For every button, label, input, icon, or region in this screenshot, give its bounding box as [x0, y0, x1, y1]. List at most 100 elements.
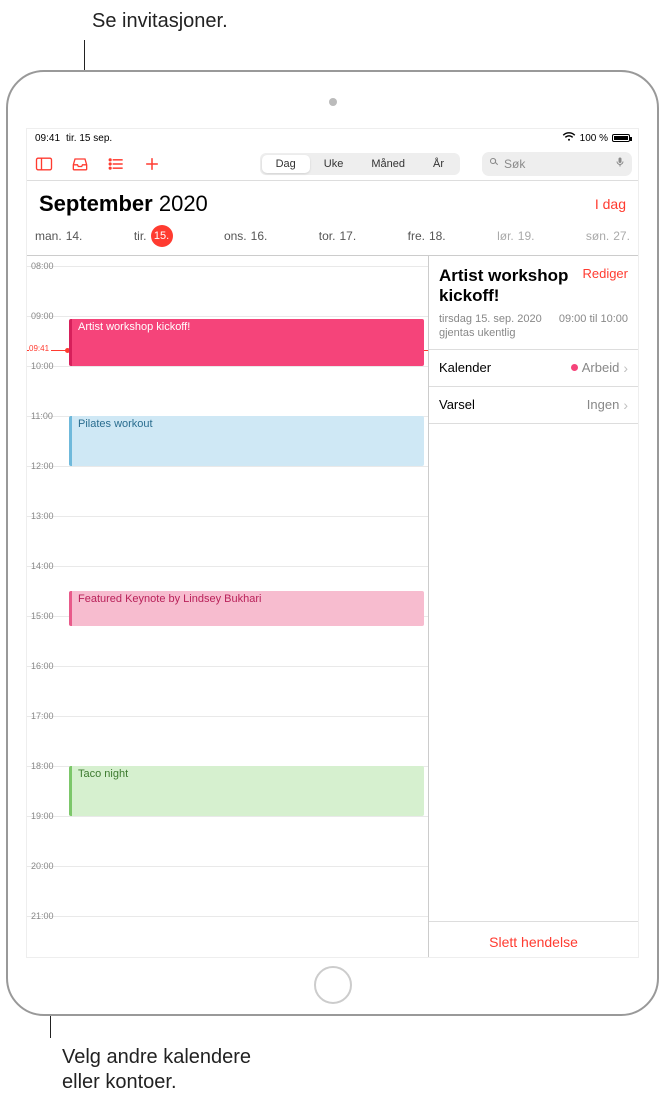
day-num: 16. — [251, 229, 268, 243]
hour-label: 18:00 — [31, 761, 54, 771]
chevron-right-icon: › — [623, 360, 628, 376]
hour-label: 12:00 — [31, 461, 54, 471]
hour-label: 13:00 — [31, 511, 54, 521]
row-label: Kalender — [439, 360, 491, 375]
day-tue[interactable]: tir. 15. — [134, 225, 173, 247]
list-icon[interactable] — [105, 153, 127, 175]
chevron-right-icon: › — [623, 397, 628, 413]
hour-label: 14:00 — [31, 561, 54, 571]
day-wed[interactable]: ons. 16. — [224, 225, 267, 247]
camera-dot — [329, 98, 337, 106]
inbox-icon[interactable] — [69, 153, 91, 175]
weekday: søn. — [586, 229, 609, 243]
hour-label: 21:00 — [31, 911, 54, 921]
day-sun[interactable]: søn. 27. — [586, 225, 630, 247]
calendar-event[interactable]: Artist workshop kickoff! — [69, 319, 424, 367]
today-button[interactable]: I dag — [595, 196, 626, 212]
day-mon[interactable]: man. 14. — [35, 225, 82, 247]
weekday: fre. — [408, 229, 425, 243]
month-header: September 2020 I dag — [27, 181, 638, 221]
row-label: Varsel — [439, 397, 475, 412]
hour-label: 09:00 — [31, 311, 54, 321]
screen: 09:41 tir. 15 sep. 100 % — [26, 128, 639, 958]
callout-invitations: Se invitasjoner. — [92, 10, 228, 33]
row-value: Arbeid — [582, 360, 620, 375]
hour-line: 10:00 — [27, 366, 428, 367]
sidebar-toggle-icon[interactable] — [33, 153, 55, 175]
weekday: tor. — [319, 229, 336, 243]
day-num: 15. — [151, 225, 173, 247]
wifi-icon — [562, 132, 576, 145]
day-num: 27. — [613, 229, 630, 243]
ipad-frame: 09:41 tir. 15 sep. 100 % — [6, 70, 659, 1016]
hour-line: 21:00 — [27, 916, 428, 917]
event-time: 09:00 til 10:00 — [559, 313, 628, 339]
event-detail-panel: Artist workshop kickoff! Rediger tirsdag… — [428, 256, 638, 958]
calendar-color-dot — [571, 364, 578, 371]
edit-button[interactable]: Rediger — [582, 266, 628, 307]
calendar-event[interactable]: Taco night — [69, 766, 424, 816]
search-input[interactable]: Søk — [482, 152, 632, 176]
calendar-event[interactable]: Featured Keynote by Lindsey Bukhari — [69, 591, 424, 626]
battery-icon — [612, 134, 630, 142]
view-segmented: Dag Uke Måned År — [260, 153, 460, 175]
weekday: man. — [35, 229, 62, 243]
day-strip: man.14. tir.15. ons.16. tor.17. fre.18. … — [27, 221, 638, 256]
hour-line: 13:00 — [27, 516, 428, 517]
hour-line: 12:00 — [27, 466, 428, 467]
body: 08:00 09:00 10:00 11:00 12:00 13:00 14:00 15:00… — [27, 256, 638, 958]
seg-week[interactable]: Uke — [310, 155, 358, 173]
day-num: 19. — [518, 229, 535, 243]
hour-label: 11:00 — [31, 411, 53, 421]
timeline[interactable]: 08:00 09:00 10:00 11:00 12:00 13:00 14:00 15:00… — [27, 256, 428, 958]
day-fri[interactable]: fre. 18. — [408, 225, 446, 247]
month-name: September — [39, 191, 153, 216]
hour-label: 17:00 — [31, 711, 54, 721]
search-placeholder: Søk — [504, 157, 525, 171]
hour-line: 14:00 — [27, 566, 428, 567]
battery-pct: 100 % — [580, 133, 608, 144]
home-button[interactable] — [314, 966, 352, 1004]
hour-line: 19:00 — [27, 816, 428, 817]
seg-month[interactable]: Måned — [357, 155, 419, 173]
weekday: tir. — [134, 229, 147, 243]
day-num: 17. — [339, 229, 356, 243]
day-num: 18. — [429, 229, 446, 243]
status-date: tir. 15 sep. — [66, 133, 112, 144]
calendar-event[interactable]: Pilates workout — [69, 416, 424, 466]
event-date: tirsdag 15. sep. 2020 — [439, 313, 542, 325]
row-value: Ingen — [587, 397, 620, 412]
day-num: 14. — [66, 229, 83, 243]
add-icon[interactable] — [141, 153, 163, 175]
seg-year[interactable]: År — [419, 155, 458, 173]
hour-label: 08:00 — [31, 261, 54, 271]
alert-row[interactable]: Varsel Ingen› — [429, 387, 638, 424]
seg-day[interactable]: Dag — [262, 155, 310, 173]
hour-line: 09:00 — [27, 316, 428, 317]
hour-line: 16:00 — [27, 666, 428, 667]
status-bar: 09:41 tir. 15 sep. 100 % — [27, 129, 638, 147]
day-thu[interactable]: tor.17. — [319, 225, 356, 247]
search-icon — [488, 156, 500, 171]
hour-label: 20:00 — [31, 861, 54, 871]
delete-event-button[interactable]: Slett hendelse — [429, 921, 638, 958]
event-repeat: gjentas ukentlig — [439, 327, 542, 339]
weekday: lør. — [497, 229, 514, 243]
hour-label: 10:00 — [31, 361, 54, 371]
hour-line: 08:00 — [27, 266, 428, 267]
mic-icon[interactable] — [614, 156, 626, 171]
hour-label: 19:00 — [31, 811, 54, 821]
hour-line: 20:00 — [27, 866, 428, 867]
hour-label: 15:00 — [31, 611, 54, 621]
page-title: September 2020 — [39, 191, 208, 217]
calendar-row[interactable]: Kalender Arbeid› — [429, 350, 638, 387]
hour-label: 16:00 — [31, 661, 54, 671]
toolbar: Dag Uke Måned År Søk — [27, 147, 638, 181]
day-sat[interactable]: lør. 19. — [497, 225, 534, 247]
callout-calendars: Velg andre kalendereeller kontoer. — [62, 1045, 251, 1095]
now-time-label: 09:41 — [29, 344, 51, 353]
hour-line: 17:00 — [27, 716, 428, 717]
hours-layer: 08:00 09:00 10:00 11:00 12:00 13:00 14:00 15:00… — [27, 256, 428, 958]
weekday: ons. — [224, 229, 247, 243]
status-time: 09:41 — [35, 133, 60, 144]
